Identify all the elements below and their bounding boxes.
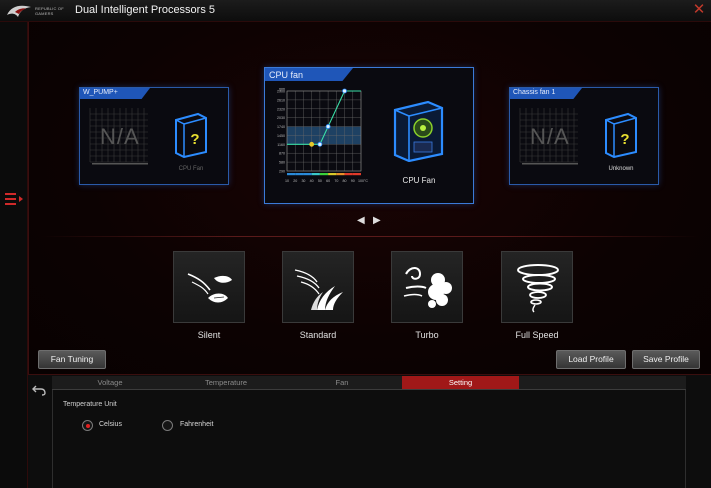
- menu-expand-icon[interactable]: [4, 192, 24, 206]
- rog-logo: REPUBLIC OF GAMERS: [6, 3, 65, 19]
- mode-label-standard: Standard: [299, 330, 337, 340]
- temperature-color-segment: [328, 173, 337, 176]
- temperature-color-segment: [295, 173, 304, 176]
- section-divider: [40, 236, 700, 237]
- turbo-wind-icon: [403, 267, 452, 308]
- x-tick-label: 50: [318, 179, 322, 183]
- next-arrow-icon[interactable]: ▶: [373, 216, 381, 226]
- tab-voltage[interactable]: Voltage: [52, 376, 168, 389]
- y-tick-label: 2320: [277, 107, 285, 111]
- close-icon[interactable]: ✕: [692, 2, 706, 17]
- full-speed-tornado-icon: [517, 264, 559, 313]
- fan-card-label: CPU Fan: [402, 176, 436, 185]
- tab-fan[interactable]: Fan: [284, 376, 400, 389]
- celsius-label[interactable]: Celsius: [99, 421, 122, 428]
- mode-label-turbo: Turbo: [415, 330, 439, 340]
- fan-card-chassis-fan-1[interactable]: Chassis fan 1 N/A ? Unknown: [509, 87, 659, 185]
- standard-grass-icon: [294, 269, 343, 310]
- radio-selected-dot: [85, 423, 90, 428]
- settings-panel: [52, 390, 686, 488]
- mode-button-full-speed[interactable]: [501, 251, 573, 323]
- y-unit-label: rpm: [279, 87, 285, 91]
- save-profile-button[interactable]: Save Profile: [632, 350, 700, 369]
- temperature-color-segment: [311, 173, 320, 176]
- y-tick-label: 1740: [277, 125, 285, 129]
- svg-text:?: ?: [190, 131, 199, 148]
- y-tick-label: 580: [279, 161, 285, 165]
- y-tick-label: 1450: [277, 134, 285, 138]
- fahrenheit-label[interactable]: Fahrenheit: [180, 421, 213, 428]
- mode-label-silent: Silent: [197, 330, 221, 340]
- fan-card-header: W_PUMP+: [80, 88, 150, 99]
- temperature-color-segment: [336, 173, 345, 176]
- settings-tabs: Voltage Temperature Fan Setting: [52, 376, 686, 390]
- x-tick-label: 60: [326, 179, 330, 183]
- tab-setting[interactable]: Setting: [402, 376, 519, 389]
- mode-label-full-speed: Full Speed: [515, 330, 559, 340]
- x-tick-label: 80: [343, 179, 347, 183]
- x-tick-label: 40: [310, 179, 314, 183]
- celsius-radio[interactable]: [82, 420, 93, 431]
- fan-tuning-button[interactable]: Fan Tuning: [38, 350, 106, 369]
- fan-curve-point[interactable]: [325, 124, 331, 129]
- na-status: N/A: [100, 124, 140, 149]
- y-tick-label: 1160: [277, 143, 285, 147]
- mode-button-standard[interactable]: [282, 251, 354, 323]
- x-tick-label: 90: [351, 179, 355, 183]
- temperature-color-segment: [303, 173, 312, 176]
- fan-curve-point[interactable]: [309, 141, 315, 147]
- logo-text: REPUBLIC OF GAMERS: [35, 6, 64, 16]
- svg-text:?: ?: [620, 131, 629, 148]
- cpu-fan-case-icon: [393, 100, 444, 162]
- temperature-color-segment: [287, 173, 296, 176]
- x-unit-label: °C: [364, 179, 368, 183]
- fan-curve-chart[interactable]: 290026102320203017401450116087058029010 2…: [269, 85, 373, 193]
- fan-card-cpu-fan[interactable]: CPU fan 2900 2610 2320 2030 1740 1450 1160 870 5…: [264, 67, 474, 204]
- window-title: Dual Intelligent Processors 5: [75, 4, 216, 16]
- previous-arrow-icon[interactable]: ◀: [357, 216, 365, 226]
- fan-card-label: CPU Fan: [178, 166, 204, 172]
- tab-temperature[interactable]: Temperature: [168, 376, 284, 389]
- fahrenheit-radio[interactable]: [162, 420, 173, 431]
- temperature-unit-label: Temperature Unit: [63, 401, 117, 408]
- x-tick-label: 70: [334, 179, 338, 183]
- temperature-color-segment: [352, 173, 361, 176]
- y-tick-label: 290: [279, 170, 285, 174]
- carousel-nav: ◀ ▶: [357, 216, 381, 226]
- unknown-fan-icon: ?: [175, 112, 207, 158]
- y-tick-label: 2610: [277, 98, 285, 102]
- load-profile-button[interactable]: Load Profile: [556, 350, 626, 369]
- temperature-color-segment: [344, 173, 353, 176]
- left-rail: [0, 22, 28, 488]
- temperature-color-segment: [319, 173, 329, 176]
- fan-curve-point[interactable]: [317, 141, 323, 147]
- x-tick-label: 20: [293, 179, 297, 183]
- fan-curve-point[interactable]: [342, 88, 347, 94]
- title-bar: REPUBLIC OF GAMERS Dual Intelligent Proc…: [0, 0, 711, 22]
- fan-card-w-pump[interactable]: W_PUMP+ N/A ? CPU Fan: [79, 87, 229, 185]
- back-arrow-icon[interactable]: [32, 384, 46, 396]
- rog-eye-icon: [7, 5, 31, 17]
- unknown-fan-icon: ?: [605, 112, 637, 158]
- na-status: N/A: [530, 124, 570, 149]
- y-tick-label: 2030: [277, 116, 285, 120]
- silent-leaves-icon: [187, 273, 232, 303]
- x-tick-label: 30: [301, 179, 305, 183]
- x-tick-label: 10: [285, 179, 289, 183]
- y-tick-label: 870: [279, 152, 285, 156]
- fan-card-header: Chassis fan 1: [510, 88, 582, 99]
- mode-button-silent[interactable]: [173, 251, 245, 323]
- fan-card-header: CPU fan: [265, 68, 353, 81]
- mode-button-turbo[interactable]: [391, 251, 463, 323]
- fan-card-label: Unknown: [608, 166, 634, 172]
